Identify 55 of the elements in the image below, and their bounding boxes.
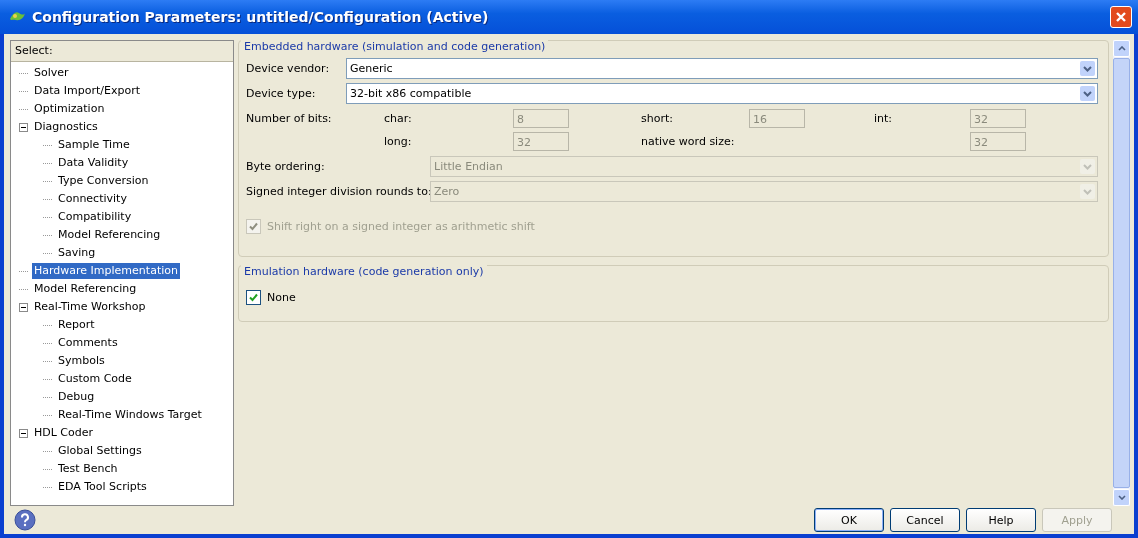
tree-item[interactable]: Debug	[56, 389, 97, 405]
field-label: char:	[384, 112, 413, 125]
tree-item[interactable]: Custom Code	[56, 371, 134, 387]
field-label: native word size:	[641, 135, 736, 148]
tree-item[interactable]: Model Referencing	[56, 227, 163, 243]
field-label: Number of bits:	[246, 112, 333, 125]
field-label: Byte ordering:	[246, 160, 326, 173]
tree-item[interactable]: HDL Coder	[32, 425, 96, 441]
dropdown-field[interactable]: Generic	[346, 58, 1098, 79]
tree-header: Select:	[11, 41, 233, 62]
tree-item[interactable]: Optimization	[32, 101, 107, 117]
tree-item[interactable]: Hardware Implementation	[32, 263, 180, 279]
close-icon	[1115, 11, 1127, 23]
field-label: Device vendor:	[246, 62, 331, 75]
tree-item[interactable]: Real-Time Workshop	[32, 299, 148, 315]
tree-item[interactable]: Global Settings	[56, 443, 144, 459]
tree-item[interactable]: Report	[56, 317, 97, 333]
tree-item[interactable]: Compatibility	[56, 209, 134, 225]
tree-item[interactable]: Test Bench	[56, 461, 120, 477]
section-title: Emulation hardware (code generation only)	[241, 265, 487, 278]
dialog-button[interactable]: OK	[814, 508, 884, 532]
scroll-up-icon[interactable]	[1117, 46, 1126, 51]
checkbox[interactable]	[246, 290, 261, 305]
field-label: long:	[384, 135, 413, 148]
tree-item[interactable]: Real-Time Windows Target	[56, 407, 204, 423]
tree-item[interactable]: Connectivity	[56, 191, 129, 207]
tree-item[interactable]: Model Referencing	[32, 281, 139, 297]
tree-item[interactable]: Data Validity	[56, 155, 131, 171]
tree-item[interactable]: Diagnostics	[32, 119, 100, 135]
tree-item[interactable]: Symbols	[56, 353, 107, 369]
section-title: Embedded hardware (simulation and code generation)	[241, 40, 549, 53]
dialog-button[interactable]: Cancel	[890, 508, 960, 532]
collapse-icon[interactable]	[19, 302, 28, 312]
scrollbar[interactable]	[1113, 40, 1130, 506]
field-label: Signed integer division rounds to:	[246, 185, 430, 198]
tree-item[interactable]: EDA Tool Scripts	[56, 479, 149, 495]
collapse-icon[interactable]	[19, 122, 28, 132]
field-label: Device type:	[246, 87, 317, 100]
field-label: short:	[641, 112, 674, 125]
checkbox-label: Shift right on a signed integer as arithmetic shift	[267, 220, 535, 233]
window-title: Configuration Parameters: untitled/Configuration (Active)	[32, 9, 490, 25]
dialog-button[interactable]: Help	[966, 508, 1036, 532]
tree-item[interactable]: Data Import/Export	[32, 83, 142, 99]
close-button[interactable]	[1110, 6, 1132, 28]
dropdown-field[interactable]: 32-bit x86 compatible	[346, 83, 1098, 104]
collapse-icon[interactable]	[19, 428, 28, 438]
scroll-down-icon[interactable]	[1117, 495, 1126, 500]
tree-item[interactable]: Sample Time	[56, 137, 132, 153]
tree-item[interactable]: Solver	[32, 65, 71, 81]
tree-item[interactable]: Type Conversion	[56, 173, 151, 189]
field-label: int:	[874, 112, 894, 125]
tree-item[interactable]: Saving	[56, 245, 98, 261]
checkbox-label: None	[267, 291, 296, 304]
tree-item[interactable]: Comments	[56, 335, 120, 351]
help-icon[interactable]	[14, 509, 36, 531]
